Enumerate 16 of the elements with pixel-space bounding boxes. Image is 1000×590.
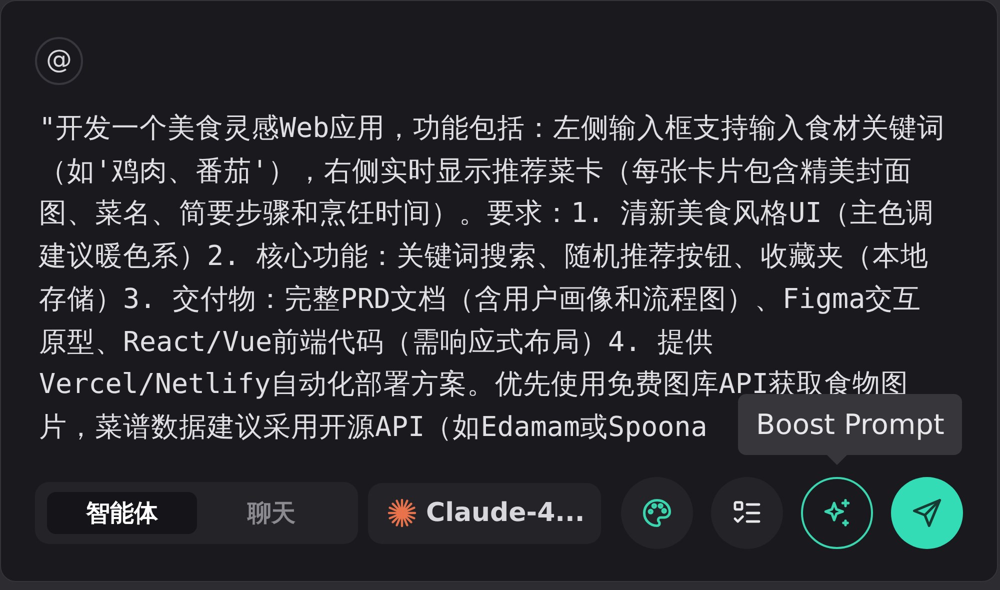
asterisk-icon: [386, 497, 418, 529]
prompt-text-line: 原型、React/Vue前端代码（需响应式布局）4. 提供: [39, 324, 714, 360]
mention-button[interactable]: @: [35, 37, 83, 85]
prompt-text-line: 片，菜谱数据建议采用开源API（如Edamam或Spoona: [39, 410, 708, 445]
prompt-text-line: （如'鸡肉、番茄'），右侧实时显示推荐菜卡（每张卡片包含精美封面: [39, 154, 912, 189]
tooltip-pointer: [827, 455, 847, 465]
mode-tab[interactable]: 聊天: [196, 492, 346, 534]
prompt-text-line: "开发一个美食灵感Web应用，功能包括：左侧输入框支持输入食材关键词: [39, 111, 946, 146]
model-selector[interactable]: Claude-4...: [368, 482, 601, 544]
prompt-text-line: 存储）3. 交付物：完整PRD文档（含用户画像和流程图）、Figma交互: [39, 282, 922, 317]
prompt-text-line: 图、菜名、简要步骤和烹饪时间）。要求：1. 清新美食风格UI（主色调: [39, 196, 934, 232]
palette-icon: [640, 496, 674, 530]
mode-tab[interactable]: 智能体: [47, 492, 196, 534]
tooltip: Boost Prompt: [738, 394, 962, 455]
prompt-text-line: 建议暖色系）2. 核心功能：关键词搜索、随机推荐按钮、收藏夹（本地: [39, 239, 929, 274]
send-icon: [910, 496, 944, 530]
